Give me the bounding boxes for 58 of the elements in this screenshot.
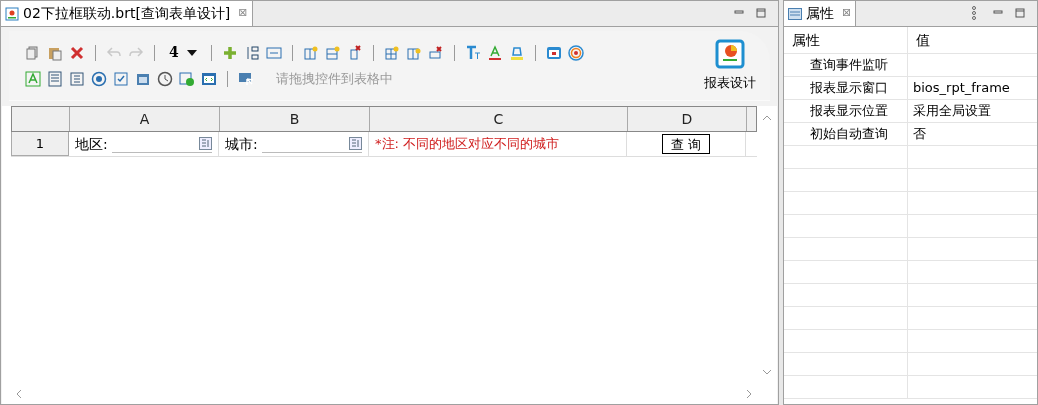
property-name: 报表显示位置 [810,102,888,121]
column-header[interactable]: D [628,107,747,131]
list-icon [199,137,212,150]
panel-tab[interactable]: 02下拉框联动.brt[查询表单设计] ⊠ [1,1,253,26]
combo-field[interactable] [111,135,212,153]
scroll-right-icon[interactable] [745,389,753,399]
property-value: 采用全局设置 [913,102,991,121]
radio-icon[interactable] [91,71,107,87]
report-chart-icon [715,38,745,69]
combo-field[interactable] [261,135,362,153]
copy-icon[interactable] [25,44,41,61]
scroll-down-icon[interactable] [762,368,772,376]
fill-color-icon[interactable] [508,44,525,61]
property-value: bios_rpt_frame [913,79,1010,98]
tab-title: 属性 [806,4,834,23]
column-header[interactable]: A [70,107,220,131]
properties-icon [788,7,802,20]
maximize-icon[interactable] [1015,8,1025,18]
field-label: 城市: [225,134,258,154]
close-button[interactable]: ⊠ [842,5,852,22]
tab-title: 02下拉框联动.brt[查询表单设计] [23,4,231,23]
note-text: *注: 不同的地区对应不同的城市 [375,135,559,154]
target-icon[interactable] [567,44,584,61]
report-design-button[interactable]: 报表设计 [690,31,770,100]
delete-icon[interactable] [69,44,85,61]
panel-tab[interactable]: 属性 ⊠ [784,1,857,26]
text-color-icon[interactable] [486,44,503,61]
merge-cells-icon[interactable] [265,44,282,61]
delete-row-icon[interactable] [427,44,444,61]
column-header[interactable]: B [220,107,370,131]
report-file-icon [5,6,19,21]
property-value: 否 [913,125,926,144]
text-label-icon[interactable] [25,71,41,87]
maximize-icon[interactable] [756,8,766,18]
view-menu-icon[interactable] [971,6,977,20]
field-label: 地区: [75,134,108,154]
close-button[interactable]: ⊠ [238,5,248,22]
font-icon[interactable] [464,44,481,61]
column-header[interactable]: 值 [908,27,1037,53]
column-header[interactable]: C [370,107,628,131]
plus-icon[interactable] [221,44,238,61]
font-size-dropdown[interactable]: 4 [165,42,201,64]
row-header[interactable]: 1 [11,132,69,156]
checkbox-icon[interactable] [113,71,129,87]
property-name: 报表显示窗口 [810,79,888,98]
drag-hint: 请拖拽控件到表格中 [276,70,393,89]
caret-icon [186,49,197,56]
column-header[interactable]: 属性 [784,27,908,53]
property-name: 查询事件监听 [810,56,888,75]
list-icon [349,137,362,150]
list-icon[interactable] [47,71,63,87]
clock-icon[interactable] [157,71,173,87]
query-button[interactable]: 查 询 [661,134,711,154]
scroll-left-icon[interactable] [15,389,23,399]
property-name: 初始自动查询 [810,125,888,144]
code-window-icon[interactable] [201,71,217,87]
image-icon[interactable] [545,44,562,61]
scroll-up-icon[interactable] [762,114,772,122]
